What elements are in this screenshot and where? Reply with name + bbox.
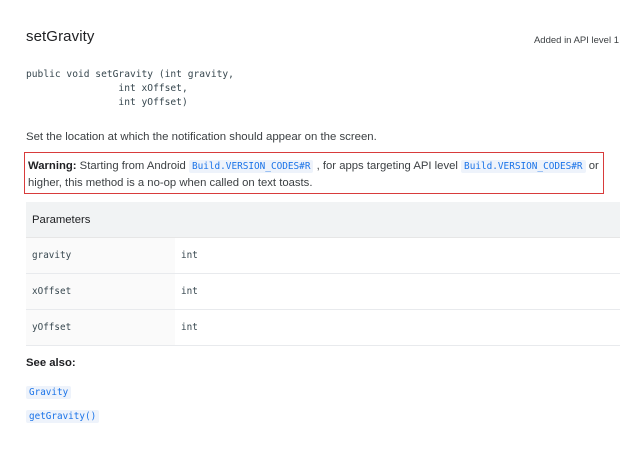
method-signature: public void setGravity (int gravity, int…	[26, 69, 234, 109]
parameters-header-row: Parameters	[26, 202, 620, 238]
see-also-heading: See also:	[26, 357, 76, 369]
parameter-name: gravity	[26, 237, 175, 274]
api-level-label: Added in API level 1	[533, 35, 619, 46]
method-description: Set the location at which the notificati…	[26, 131, 377, 143]
parameter-type: int	[175, 273, 620, 310]
warning-callout: Warning: Starting from Android Build.VER…	[24, 152, 604, 194]
api-reference-page: setGravity Added in API level 1 public v…	[0, 0, 640, 458]
parameter-type: int	[175, 237, 620, 274]
table-row: xOffset int	[26, 273, 620, 310]
warning-label: Warning:	[28, 160, 77, 172]
build-version-code-link-1[interactable]: Build.VERSION_CODES#R	[188, 160, 314, 173]
parameter-type: int	[175, 309, 620, 346]
get-gravity-link[interactable]: getGravity()	[26, 410, 100, 423]
table-row: gravity int	[26, 237, 620, 274]
warning-text-part-1: Starting from Android	[76, 160, 189, 172]
parameter-name: yOffset	[26, 309, 175, 346]
table-row: yOffset int	[26, 309, 620, 346]
warning-text-part-2: , for apps targeting API level	[313, 160, 462, 172]
build-version-code-link-2[interactable]: Build.VERSION_CODES#R	[461, 160, 586, 173]
parameters-table: Parameters gravity int xOffset int yOffs…	[26, 202, 620, 346]
gravity-link[interactable]: Gravity	[26, 386, 72, 399]
parameter-name: xOffset	[26, 273, 175, 310]
parameters-header: Parameters	[26, 202, 620, 238]
method-title: setGravity	[26, 28, 95, 45]
